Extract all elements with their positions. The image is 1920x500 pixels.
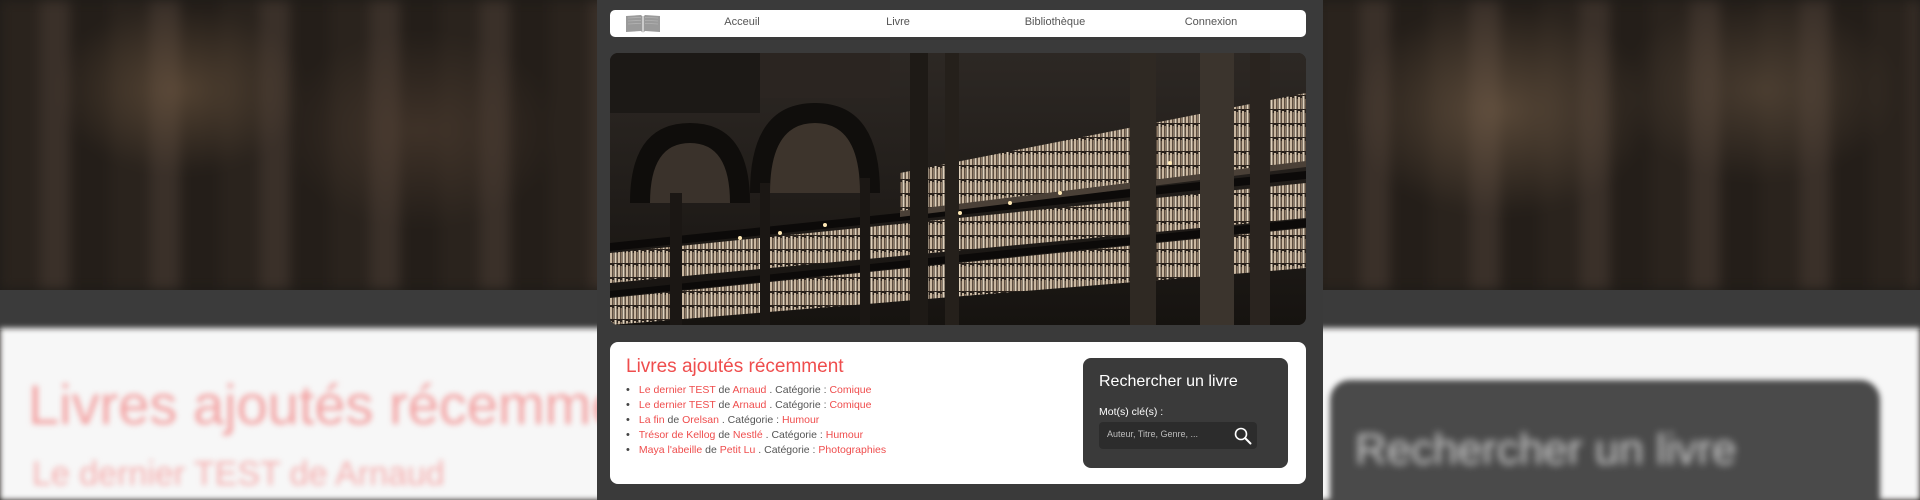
book-title-link[interactable]: Le dernier TEST: [639, 384, 716, 396]
background-search-title-echo: Rechercher un livre: [1355, 425, 1737, 474]
category-label: . Catégorie :: [769, 384, 827, 396]
author-link[interactable]: Nestlé: [733, 429, 763, 441]
search-panel: Rechercher un livre Mot(s) clé(s) :: [1083, 358, 1288, 468]
content-panel: Livres ajoutés récemment Le dernier TEST…: [610, 342, 1306, 484]
recent-books-heading: Livres ajoutés récemment: [626, 356, 844, 377]
author-link[interactable]: Petit Lu: [720, 444, 756, 456]
category-label: . Catégorie :: [765, 429, 823, 441]
de-text: de: [667, 414, 680, 426]
page-container: Acceuil Livre Bibliothèque Connexion Liv…: [597, 0, 1323, 500]
list-item: Le dernier TEST de Arnaud . Catégorie : …: [626, 383, 886, 398]
search-heading: Rechercher un livre: [1099, 373, 1238, 390]
book-title-link[interactable]: Maya l'abeille: [639, 444, 702, 456]
book-title-link[interactable]: La fin: [639, 414, 665, 426]
category-link[interactable]: Humour: [826, 429, 863, 441]
list-item: Trésor de Kellog de Nestlé . Catégorie :…: [626, 428, 886, 443]
category-link[interactable]: Humour: [782, 414, 819, 426]
de-text: de: [718, 399, 731, 411]
nav-item-connexion[interactable]: Connexion: [1151, 16, 1271, 28]
background-title-echo: Livres ajoutés récemment: [28, 373, 670, 436]
author-link[interactable]: Orelsan: [682, 414, 719, 426]
de-text: de: [718, 429, 730, 441]
search-icon[interactable]: [1233, 426, 1253, 446]
author-link[interactable]: Arnaud: [733, 384, 767, 396]
top-navigation: Acceuil Livre Bibliothèque Connexion: [610, 10, 1306, 37]
list-item: Maya l'abeille de Petit Lu . Catégorie :…: [626, 443, 886, 458]
list-item: Le dernier TEST de Arnaud . Catégorie : …: [626, 398, 886, 413]
book-title-link[interactable]: Trésor de Kellog: [639, 429, 716, 441]
hero-library-image: [610, 53, 1306, 325]
book-title-link[interactable]: Le dernier TEST: [639, 399, 716, 411]
de-text: de: [705, 444, 717, 456]
nav-item-livre[interactable]: Livre: [838, 16, 958, 28]
category-link[interactable]: Photographies: [818, 444, 886, 456]
category-label: . Catégorie :: [721, 414, 780, 426]
search-field-container: [1099, 422, 1257, 449]
open-book-icon[interactable]: [624, 13, 662, 34]
author-link[interactable]: Arnaud: [733, 399, 767, 411]
category-link[interactable]: Comique: [829, 399, 871, 411]
keywords-label: Mot(s) clé(s) :: [1099, 406, 1164, 418]
library-photo-illustration: [610, 53, 1306, 325]
category-label: . Catégorie :: [769, 399, 827, 411]
nav-item-bibliotheque[interactable]: Bibliothèque: [995, 16, 1115, 28]
nav-item-acceuil[interactable]: Acceuil: [682, 16, 802, 28]
de-text: de: [718, 384, 731, 396]
background-line-echo: Le dernier TEST de Arnaud: [32, 455, 445, 493]
search-input[interactable]: [1107, 429, 1227, 439]
recent-books-list: Le dernier TEST de Arnaud . Catégorie : …: [626, 383, 886, 458]
category-label: . Catégorie :: [758, 444, 816, 456]
category-link[interactable]: Comique: [829, 384, 871, 396]
list-item: La fin de Orelsan . Catégorie : Humour: [626, 413, 886, 428]
